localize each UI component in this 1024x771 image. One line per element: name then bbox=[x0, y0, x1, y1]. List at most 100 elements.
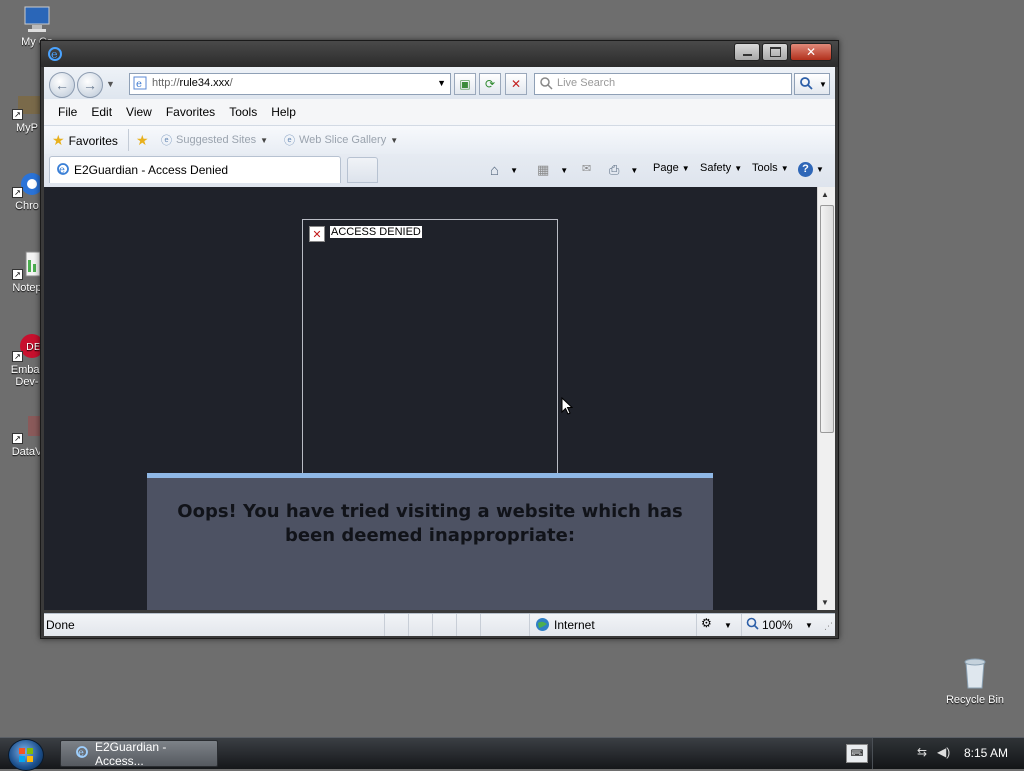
maximize-button[interactable] bbox=[762, 43, 788, 61]
desktop-icon-recycle-bin[interactable]: Recycle Bin bbox=[940, 656, 1010, 706]
read-mail-button[interactable]: ✉ bbox=[582, 162, 591, 175]
volume-icon[interactable]: ◀) bbox=[937, 745, 950, 759]
new-tab-button[interactable] bbox=[347, 157, 378, 183]
minimize-button[interactable] bbox=[734, 43, 760, 61]
scroll-down-arrow-icon[interactable]: ▼ bbox=[821, 598, 829, 607]
status-cell bbox=[432, 614, 457, 636]
menu-view[interactable]: View bbox=[119, 105, 159, 119]
menu-file[interactable]: File bbox=[51, 105, 84, 119]
clock[interactable]: 8:15 AM bbox=[964, 746, 1008, 760]
stop-icon: ✕ bbox=[510, 77, 522, 91]
web-slice-gallery-button[interactable]: ⓔ Web Slice Gallery ▼ bbox=[284, 132, 398, 148]
zoom-button[interactable]: 100% ▼ bbox=[741, 614, 827, 636]
minimize-icon bbox=[742, 54, 752, 56]
desktop-icon-label: Notep bbox=[12, 282, 42, 294]
taskbar-item-ie[interactable]: e E2Guardian - Access... bbox=[60, 739, 218, 768]
status-bar: Done Internet ⚙ ▼ 100% ▼ ⋰ bbox=[44, 613, 835, 636]
windows-logo-icon bbox=[18, 747, 34, 763]
search-options-dropdown[interactable]: ▼ bbox=[817, 73, 830, 95]
search-button[interactable] bbox=[794, 73, 818, 95]
tools-menu-button[interactable]: Tools ▼ bbox=[752, 162, 789, 174]
status-text: Done bbox=[46, 618, 75, 632]
page-icon: e bbox=[133, 76, 147, 93]
block-message-panel: Oops! You have tried visiting a website … bbox=[147, 473, 713, 610]
svg-text:e: e bbox=[59, 165, 65, 176]
web-slice-gallery-label: Web Slice Gallery bbox=[299, 134, 387, 146]
magnifier-icon bbox=[799, 76, 813, 93]
zoom-icon bbox=[746, 617, 759, 633]
scrollbar-thumb[interactable] bbox=[820, 205, 834, 433]
ie-icon: e bbox=[75, 745, 89, 762]
page-menu-label: Page bbox=[653, 162, 679, 174]
status-cell bbox=[408, 614, 433, 636]
safety-menu-button[interactable]: Safety ▼ bbox=[700, 162, 742, 174]
page-menu-button[interactable]: Page ▼ bbox=[653, 162, 690, 174]
back-arrow-icon: ← bbox=[55, 77, 69, 93]
close-button[interactable]: ✕ bbox=[790, 43, 832, 61]
recycle-bin-label: Recycle Bin bbox=[945, 694, 1005, 706]
keyboard-icon[interactable]: ⌨ bbox=[846, 744, 868, 763]
broken-image-icon: ✕ bbox=[309, 226, 325, 242]
navigation-bar: ← → ▼ e http://rule34.xxx/ ▼ ▣ ⟳ ✕ Live … bbox=[44, 67, 835, 99]
system-tray: ⌨ ⇆ ◀) 8:15 AM bbox=[846, 738, 1024, 769]
chevron-down-icon: ▼ bbox=[681, 163, 690, 173]
add-to-favorites-bar-button[interactable]: ★ bbox=[136, 132, 149, 149]
tools-menu-label: Tools bbox=[752, 162, 778, 174]
home-button[interactable]: ⌂ ▼ bbox=[490, 162, 518, 179]
refresh-icon: ⟳ bbox=[484, 77, 496, 91]
chevron-down-icon: ▼ bbox=[816, 165, 824, 174]
menu-tools[interactable]: Tools bbox=[222, 105, 264, 119]
stop-button[interactable]: ✕ bbox=[505, 73, 527, 95]
suggested-sites-button[interactable]: ⓔ Suggested Sites ▼ bbox=[161, 132, 268, 148]
address-dropdown-icon[interactable]: ▼ bbox=[437, 78, 446, 88]
access-denied-alt-text: ACCESS DENIED bbox=[330, 226, 422, 238]
recycle-bin-icon bbox=[960, 656, 990, 690]
svg-text:e: e bbox=[78, 748, 84, 759]
favorites-button[interactable]: ★ Favorites bbox=[52, 132, 118, 149]
refresh-button[interactable]: ⟳ bbox=[479, 73, 501, 95]
star-icon: ★ bbox=[52, 132, 65, 148]
svg-text:DE: DE bbox=[26, 342, 40, 353]
search-field[interactable]: Live Search bbox=[534, 73, 792, 95]
rss-icon: ▦ bbox=[537, 162, 550, 177]
ie-page-icon: ⓔ bbox=[161, 135, 172, 147]
security-zone[interactable]: Internet bbox=[529, 614, 697, 636]
safety-menu-label: Safety bbox=[700, 162, 732, 174]
tab-active[interactable]: e E2Guardian - Access Denied bbox=[49, 156, 341, 183]
chevron-down-icon: ▼ bbox=[780, 163, 789, 173]
datav-icon: ↗ bbox=[12, 414, 42, 444]
menu-help[interactable]: Help bbox=[264, 105, 303, 119]
menu-edit[interactable]: Edit bbox=[84, 105, 119, 119]
zoom-level: 100% bbox=[762, 618, 793, 632]
recent-pages-dropdown[interactable]: ▼ bbox=[106, 79, 115, 89]
title-bar[interactable]: e ✕ bbox=[41, 41, 838, 67]
feeds-button[interactable]: ▦ ▼ bbox=[537, 162, 568, 178]
start-button[interactable] bbox=[8, 739, 44, 771]
chevron-down-icon: ▼ bbox=[560, 165, 569, 175]
svg-text:e: e bbox=[51, 48, 58, 61]
status-cell bbox=[480, 614, 530, 636]
network-icon[interactable]: ⇆ bbox=[917, 745, 927, 759]
chevron-down-icon: ▼ bbox=[724, 621, 732, 630]
ie-page-icon: ⓔ bbox=[284, 135, 295, 147]
status-cell bbox=[384, 614, 409, 636]
scroll-up-arrow-icon[interactable]: ▲ bbox=[821, 190, 829, 199]
menu-favorites[interactable]: Favorites bbox=[159, 105, 222, 119]
home-icon: ⌂ bbox=[490, 162, 500, 179]
desktop-icon-label: MyP bbox=[16, 122, 38, 134]
favorites-label: Favorites bbox=[68, 133, 118, 148]
back-button[interactable]: ← bbox=[49, 72, 75, 98]
help-icon: ? bbox=[798, 162, 813, 177]
help-button[interactable]: ? ▼ bbox=[798, 162, 824, 177]
desktop-icon-label: DataV bbox=[11, 446, 43, 458]
protected-mode-button[interactable]: ⚙ ▼ bbox=[696, 614, 737, 636]
resize-grip-icon[interactable]: ⋰ bbox=[824, 621, 833, 632]
chevron-down-icon: ▼ bbox=[510, 166, 518, 175]
compatibility-view-button[interactable]: ▣ bbox=[454, 73, 476, 95]
vertical-scrollbar[interactable]: ▲ ▼ bbox=[817, 187, 835, 610]
taskbar-item-label: E2Guardian - Access... bbox=[95, 739, 167, 768]
forward-button[interactable]: → bbox=[77, 72, 103, 98]
address-bar[interactable]: e http://rule34.xxx/ ▼ bbox=[129, 73, 451, 95]
print-button[interactable]: ⎙ ▼ bbox=[609, 162, 638, 178]
live-search-icon bbox=[539, 76, 553, 93]
